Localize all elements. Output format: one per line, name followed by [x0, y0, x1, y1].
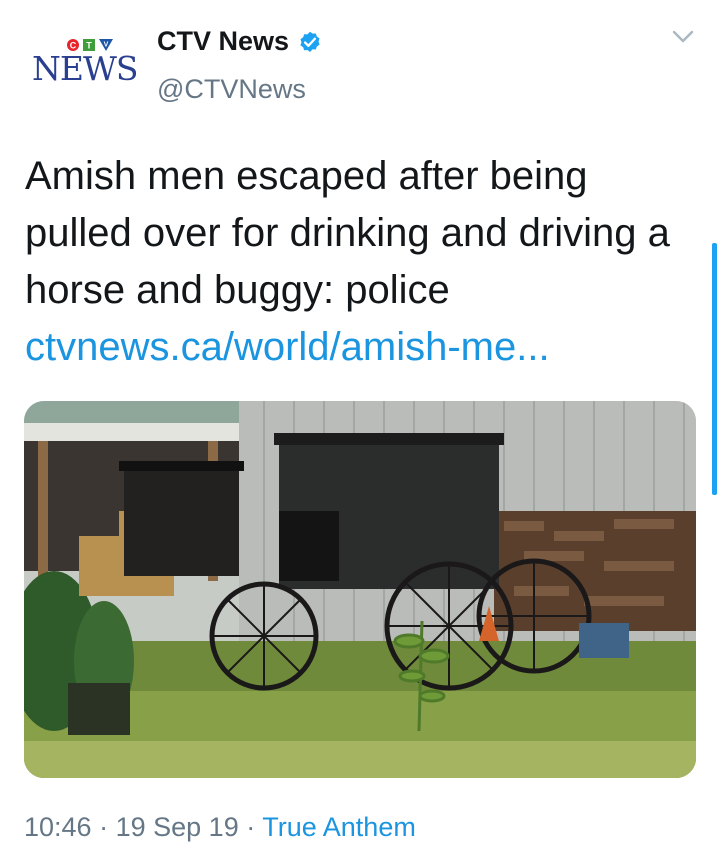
user-handle[interactable]: @CTVNews	[157, 74, 306, 105]
tweet-link[interactable]: ctvnews.ca/world/amish-me...	[25, 319, 695, 376]
scrollbar[interactable]	[712, 243, 717, 495]
separator: ·	[99, 812, 109, 842]
svg-text:V: V	[104, 42, 109, 49]
tweet-source-link[interactable]: True Anthem	[262, 812, 416, 842]
tweet-body: Amish men escaped after being pulled ove…	[25, 148, 695, 376]
chevron-down-icon[interactable]	[672, 30, 694, 44]
display-name[interactable]: CTV News	[157, 26, 289, 57]
tweet-time: 10:46	[24, 812, 92, 842]
tweet-date: 19 Sep 19	[115, 812, 239, 842]
tweet-footer: 10:46 · 19 Sep 19 · True Anthem	[24, 812, 416, 843]
buggy-photo-image	[24, 401, 696, 778]
tweet-photo[interactable]	[24, 401, 696, 778]
verified-badge-icon	[300, 31, 320, 52]
news-wordmark: NEWS	[32, 49, 138, 88]
tweet-text: Amish men escaped after being pulled ove…	[25, 154, 670, 312]
separator: ·	[246, 812, 256, 842]
ctv-news-avatar[interactable]: C T V NEWS	[26, 36, 138, 92]
